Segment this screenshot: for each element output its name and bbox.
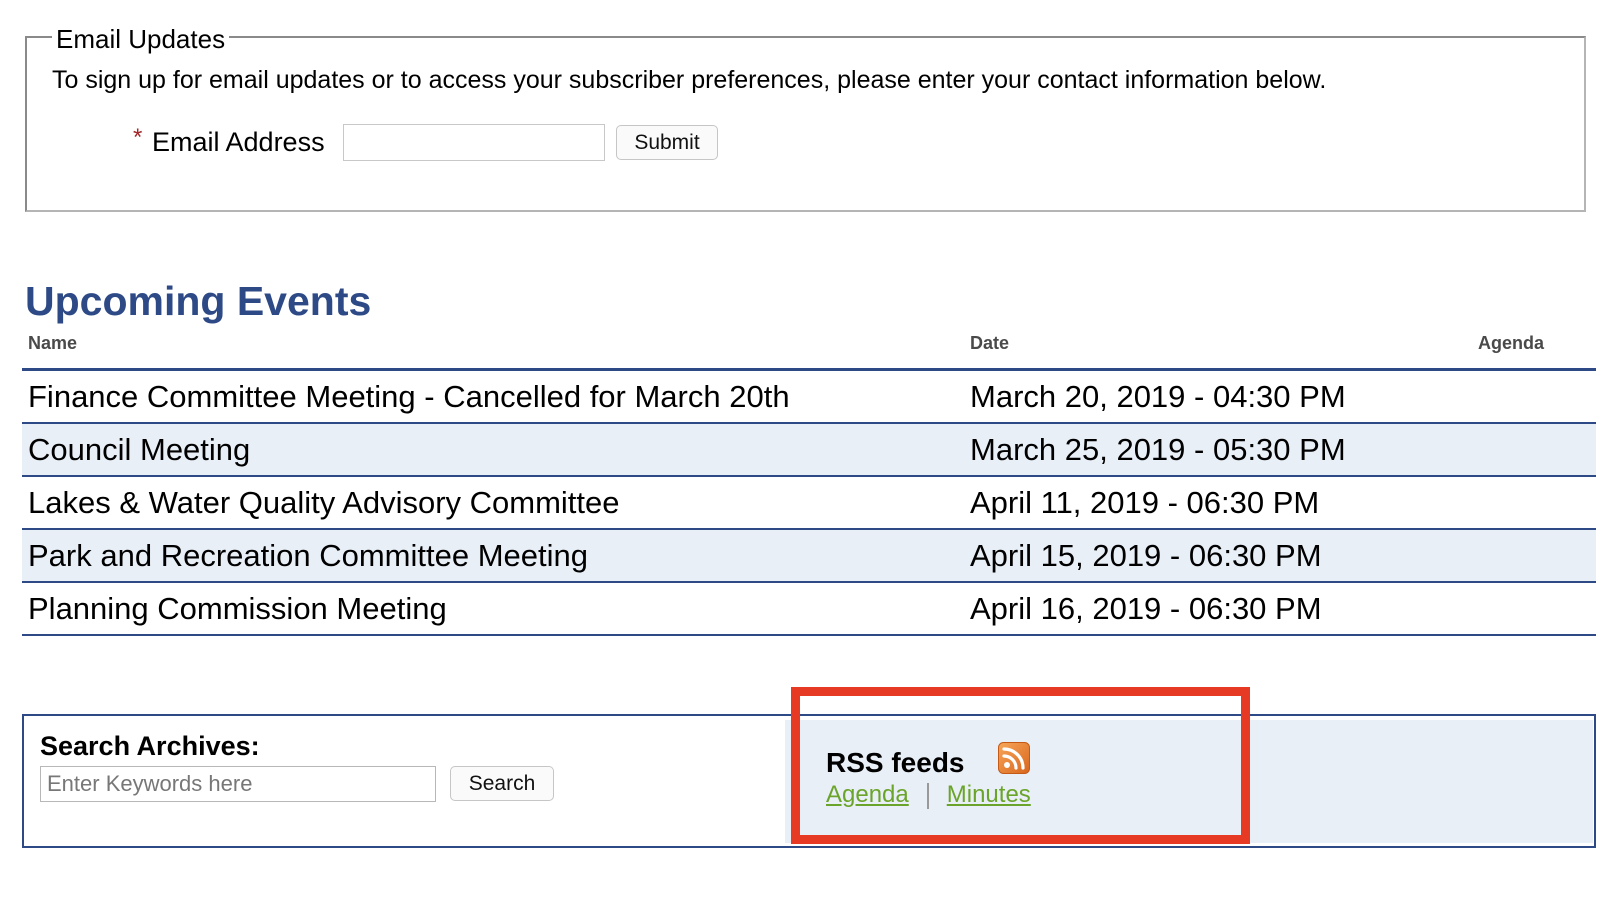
events-table: Name Date Agenda Finance Committee Meeti… [22,331,1596,636]
column-header-agenda: Agenda [1477,333,1544,353]
email-address-input[interactable] [343,124,605,161]
event-date: March 25, 2019 - 05:30 PM [970,432,1346,467]
event-name[interactable]: Lakes & Water Quality Advisory Committee [28,485,620,521]
event-date: March 20, 2019 - 04:30 PM [970,379,1346,414]
event-name[interactable]: Park and Recreation Committee Meeting [28,538,588,574]
events-table-header: Name Date Agenda [22,331,1596,371]
column-header-name[interactable]: Name [28,331,77,355]
search-button[interactable]: Search [450,766,554,801]
event-name[interactable]: Planning Commission Meeting [28,591,447,627]
event-row[interactable]: Finance Committee Meeting - Cancelled fo… [22,371,1596,424]
upcoming-events-title: Upcoming Events [25,278,372,324]
email-updates-legend: Email Updates [52,22,230,56]
email-updates-fieldset [25,36,1586,212]
search-archives-input[interactable] [40,766,436,802]
event-row[interactable]: Park and Recreation Committee Meeting Ap… [22,530,1596,583]
required-asterisk-icon: * [133,124,143,151]
event-row[interactable]: Lakes & Water Quality Advisory Committee… [22,477,1596,530]
email-updates-intro: To sign up for email updates or to acces… [52,66,1327,94]
event-row[interactable]: Council Meeting March 25, 2019 - 05:30 P… [22,424,1596,477]
event-name[interactable]: Finance Committee Meeting - Cancelled fo… [28,379,790,415]
submit-button[interactable]: Submit [616,125,718,160]
event-name[interactable]: Council Meeting [28,432,250,468]
highlight-annotation-box [791,687,1250,844]
email-address-label: Email Address [152,127,325,157]
column-header-date[interactable]: Date [970,331,1009,355]
event-date: April 11, 2019 - 06:30 PM [970,485,1320,520]
event-row[interactable]: Planning Commission Meeting April 16, 20… [22,583,1596,636]
search-archives-label: Search Archives: [40,731,260,761]
event-date: April 15, 2019 - 06:30 PM [970,538,1322,573]
event-date: April 16, 2019 - 06:30 PM [970,591,1322,626]
